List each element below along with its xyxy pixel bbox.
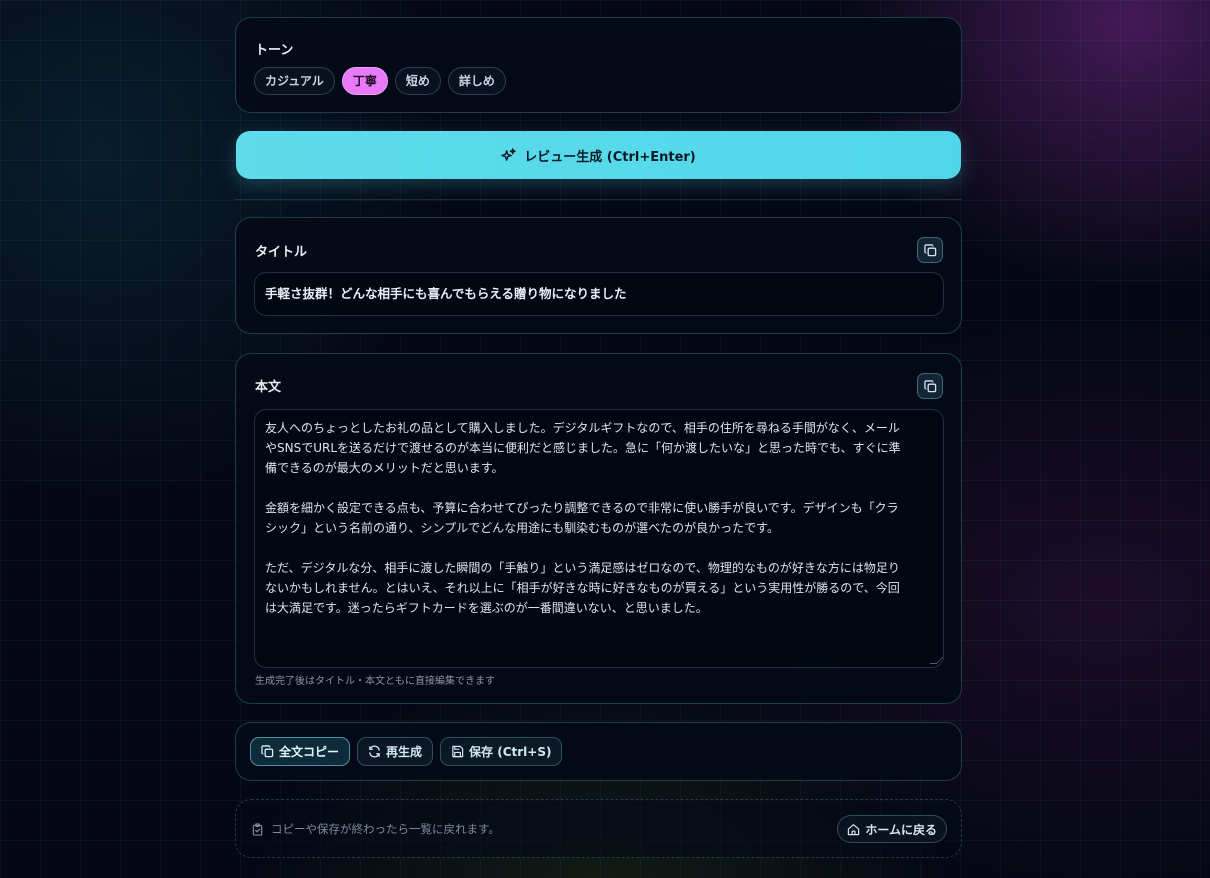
body-paragraph: 金額を細かく設定できる点も、予算に合わせてぴったり調整できるので非常に使い勝手が… [265,501,899,535]
body-paragraph: 友人へのちょっとしたお礼の品として購入しました。デジタルギフトなので、相手の住所… [265,421,901,475]
tone-chip-casual[interactable]: カジュアル [254,67,335,95]
regenerate-button[interactable]: 再生成 [357,737,434,766]
copy-icon [923,243,937,257]
save-icon [451,745,464,758]
title-card: タイトル 手軽さ抜群！どんな相手にも喜んでもらえる贈り物になりました [235,217,962,334]
tone-chip-detailed[interactable]: 詳しめ [447,67,506,95]
copy-title-button[interactable] [917,237,943,263]
copy-icon [923,379,937,393]
generate-review-button[interactable]: レビュー生成 (Ctrl+Enter) [236,131,961,179]
footer-note-text: コピーや保存が終わったら一覧に戻れます。 [271,822,500,836]
refresh-icon [368,745,381,758]
home-icon [847,823,860,836]
actions-card: 全文コピー 再生成 保存 (Ctrl+S) [235,722,962,781]
tone-label: トーン [255,43,294,58]
home-button[interactable]: ホームに戻る [837,815,947,843]
clipboard-check-icon [251,822,264,836]
copy-all-button[interactable]: 全文コピー [250,737,351,766]
copy-icon [261,745,274,758]
tone-options: カジュアル 丁寧 短め 詳しめ [254,67,506,95]
body-label: 本文 [255,380,282,395]
edit-hint: 生成完了後はタイトル・本文ともに直接編集できます [255,676,495,687]
copy-all-label: 全文コピー [279,745,340,759]
body-paragraph: ただ、デジタルな分、相手に渡した瞬間の「手触り」という満足感はゼロなので、物理的… [265,561,900,615]
footer-note: コピーや保存が終わったら一覧に戻れます。 [251,821,500,837]
action-buttons: 全文コピー 再生成 保存 (Ctrl+S) [250,737,563,766]
tone-card: トーン カジュアル 丁寧 短め 詳しめ [235,17,962,113]
title-label: タイトル [255,245,308,260]
resize-handle[interactable] [929,657,944,664]
home-button-label: ホームに戻る [865,822,937,837]
save-label: 保存 (Ctrl+S) [469,745,552,759]
copy-body-button[interactable] [917,373,943,399]
body-textarea[interactable]: 友人へのちょっとしたお礼の品として購入しました。デジタルギフトなので、相手の住所… [254,409,944,668]
save-button[interactable]: 保存 (Ctrl+S) [440,737,563,766]
sparkles-icon [501,147,516,163]
title-input[interactable]: 手軽さ抜群！どんな相手にも喜んでもらえる贈り物になりました [254,272,944,316]
divider [235,199,962,200]
footer-card: コピーや保存が終わったら一覧に戻れます。 ホームに戻る [235,799,962,858]
tone-chip-polite[interactable]: 丁寧 [341,67,388,95]
regenerate-label: 再生成 [386,745,423,759]
generate-review-label: レビュー生成 (Ctrl+Enter) [524,149,696,165]
tone-chip-short[interactable]: 短め [394,67,441,95]
body-card: 本文 友人へのちょっとしたお礼の品として購入しました。デジタルギフトなので、相手… [235,353,962,704]
